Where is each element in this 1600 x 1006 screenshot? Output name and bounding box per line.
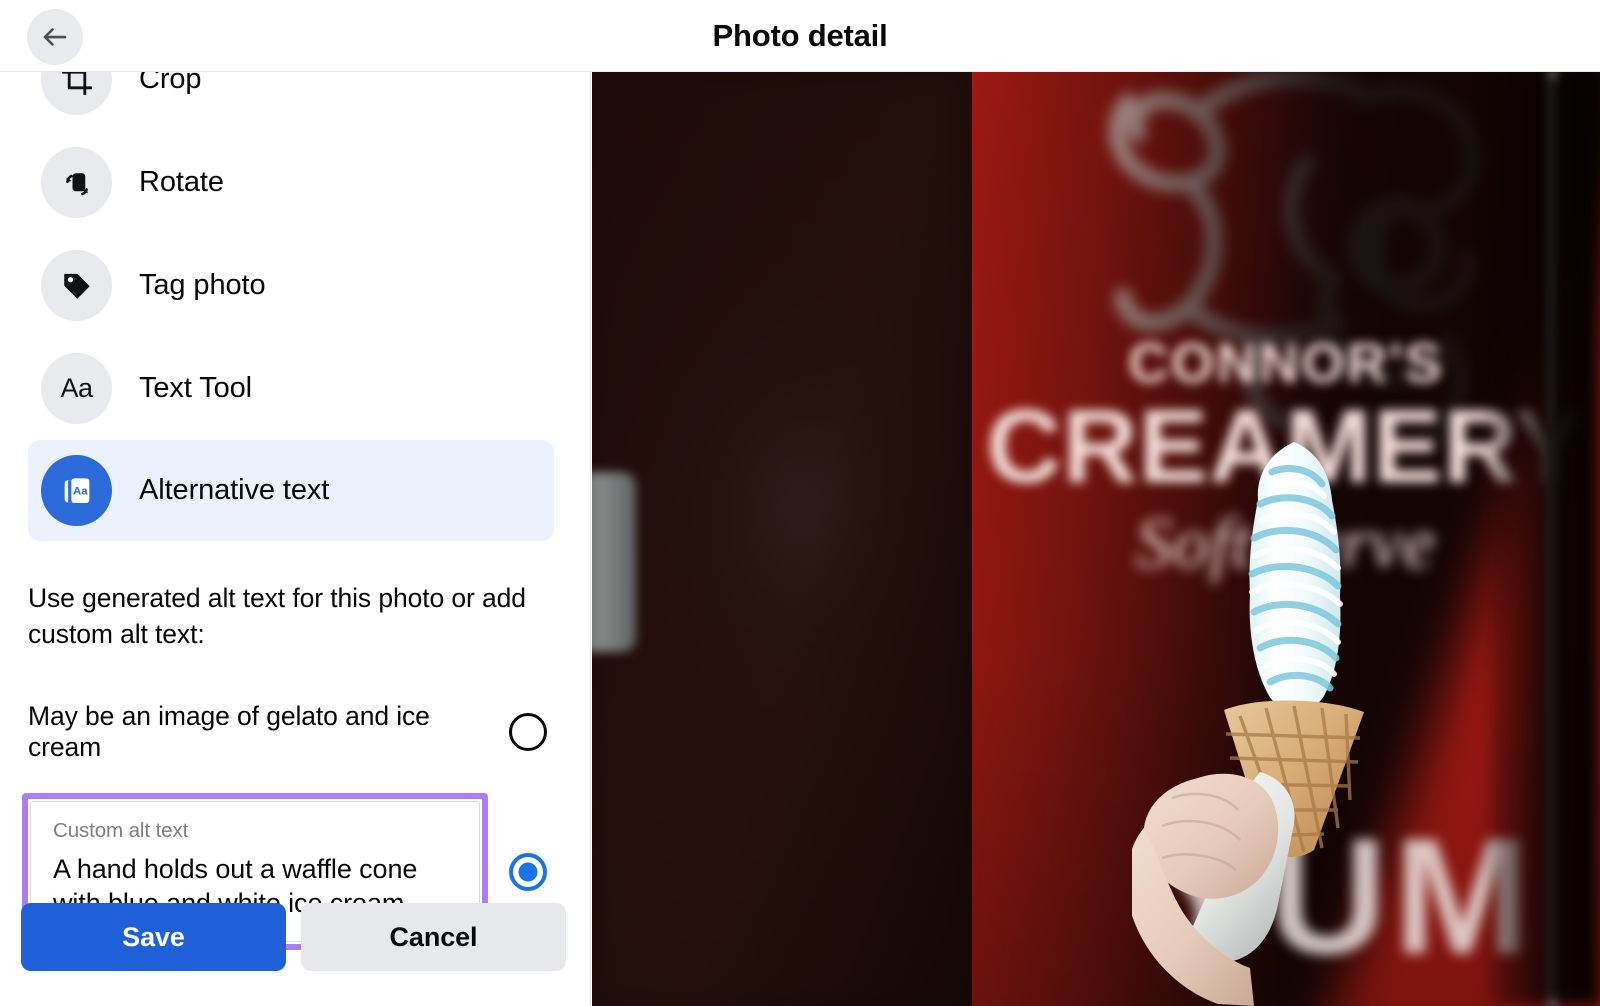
custom-alt-text-radio[interactable] <box>509 852 547 891</box>
soft-serve-swirl <box>1248 442 1343 712</box>
generated-alt-text-label: May be an image of gelato and ice cream <box>28 701 430 762</box>
sidebar-item-rotate[interactable]: Rotate <box>0 131 590 234</box>
photo-preview-pane[interactable]: CONNOR'S CREAMERY Soft Serve YUM <box>592 72 1600 1006</box>
sidebar-item-text-tool[interactable]: Aa Text Tool <box>0 337 590 440</box>
sidebar-item-label: Text Tool <box>139 372 253 404</box>
sidebar-item-crop[interactable]: Crop <box>0 72 590 131</box>
crop-icon <box>41 72 112 115</box>
editor-sidebar: Crop Rotate Tag photo Aa Text Tool Aa Al… <box>0 72 591 1006</box>
svg-text:Aa: Aa <box>73 485 88 497</box>
tool-list: Crop Rotate Tag photo Aa Text Tool Aa Al… <box>0 72 590 541</box>
action-bar: Save Cancel <box>0 903 590 1006</box>
sidebar-item-alternative-text[interactable]: Aa Alternative text <box>28 440 554 541</box>
photo-dark-overlay <box>592 72 972 1006</box>
generated-alt-text-option[interactable]: May be an image of gelato and ice cream <box>0 701 590 763</box>
custom-alt-text-radio-wrap <box>509 852 547 891</box>
photo-right-shadow <box>1490 72 1600 1006</box>
save-button[interactable]: Save <box>21 903 286 971</box>
photo-image: CONNOR'S CREAMERY Soft Serve YUM <box>592 72 1600 1006</box>
alt-text-cards-icon: Aa <box>41 455 112 526</box>
sidebar-item-label: Tag photo <box>139 269 266 301</box>
alternative-text-panel: Use generated alt text for this photo or… <box>0 580 590 950</box>
sidebar-item-label: Crop <box>139 72 202 95</box>
custom-alt-text-field-label: Custom alt text <box>53 819 189 842</box>
sidebar-item-tag-photo[interactable]: Tag photo <box>0 234 590 337</box>
sidebar-item-label: Rotate <box>139 166 224 198</box>
background-metal-object <box>592 472 636 652</box>
text-tool-glyph: Aa <box>60 373 93 403</box>
rotate-icon <box>41 147 112 218</box>
top-bar: Photo detail <box>0 0 1600 72</box>
alt-text-description: Use generated alt text for this photo or… <box>28 583 526 649</box>
generated-alt-text-radio[interactable] <box>509 713 547 751</box>
photo-detail-screen: Photo detail Crop Rotate Tag photo Aa Te… <box>0 0 1600 1006</box>
cancel-button[interactable]: Cancel <box>301 903 566 971</box>
page-title: Photo detail <box>712 18 888 53</box>
tag-icon <box>41 250 112 321</box>
sidebar-item-label: Alternative text <box>139 474 330 506</box>
text-tool-icon: Aa <box>41 353 112 424</box>
hand-holding-cone <box>1132 772 1295 1006</box>
